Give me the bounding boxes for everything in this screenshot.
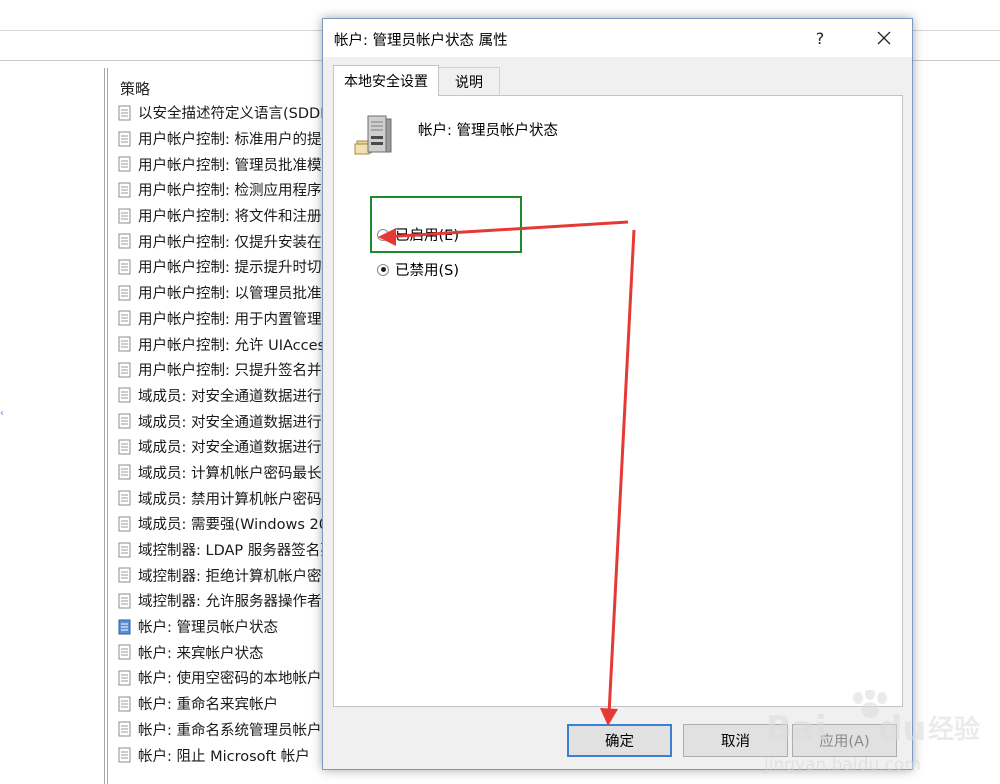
policy-row-label: 域成员: 对安全通道数据进行 bbox=[138, 414, 322, 431]
enabled-option[interactable]: 已启用(E) bbox=[377, 224, 459, 245]
policy-row-label: 用户帐户控制: 用于内置管理 bbox=[138, 311, 322, 328]
policy-row-label: 用户帐户控制: 检测应用程序 bbox=[138, 183, 322, 200]
console-tree-pane[interactable]: ‹ bbox=[0, 68, 105, 784]
policy-row-label: 用户帐户控制: 允许 UIAcces bbox=[138, 337, 326, 354]
policy-name: 帐户: 管理员帐户状态 bbox=[418, 123, 558, 139]
policy-setting-icon bbox=[118, 208, 131, 224]
policy-setting-icon bbox=[118, 233, 131, 249]
policy-setting-icon bbox=[118, 516, 131, 532]
dialog-title-bar[interactable]: 帐户: 管理员帐户状态 属性 ? bbox=[323, 19, 912, 57]
svg-text:jingyan.baidu.com: jingyan.baidu.com bbox=[763, 755, 921, 775]
dialog-title: 帐户: 管理员帐户状态 属性 bbox=[334, 33, 508, 49]
policy-row-label: 以安全描述符定义语言(SDDL bbox=[138, 106, 329, 123]
policy-row-label: 用户帐户控制: 仅提升安装在 bbox=[138, 234, 322, 251]
help-button[interactable]: ? bbox=[805, 23, 835, 53]
policy-row-label: 帐户: 重命名来宾帐户 bbox=[138, 697, 278, 714]
policy-setting-icon bbox=[118, 131, 131, 147]
tree-edge-mark: ‹ bbox=[0, 408, 4, 419]
policy-setting-icon bbox=[118, 567, 131, 583]
policy-row-label: 域成员: 需要强(Windows 20 bbox=[138, 517, 328, 534]
policy-setting-icon bbox=[118, 285, 131, 301]
policy-row-label: 用户帐户控制: 管理员批准模 bbox=[138, 157, 322, 174]
policy-setting-icon bbox=[118, 439, 131, 455]
ok-button[interactable]: 确定 bbox=[567, 724, 672, 757]
properties-dialog: 帐户: 管理员帐户状态 属性 ? 本地安全设置 说明 帐户: 管理员帐户状态 已… bbox=[322, 18, 913, 770]
policy-setting-icon bbox=[118, 644, 131, 660]
policy-setting-icon bbox=[118, 413, 131, 429]
policy-setting-icon bbox=[118, 670, 131, 686]
policy-setting-icon bbox=[118, 747, 131, 763]
policy-selected-icon bbox=[118, 619, 131, 635]
policy-setting-icon bbox=[118, 259, 131, 275]
policy-setting-icon bbox=[118, 696, 131, 712]
policy-setting-icon bbox=[118, 542, 131, 558]
tab-panel: 帐户: 管理员帐户状态 已启用(E) 已禁用(S) bbox=[333, 95, 903, 707]
policy-setting-icon bbox=[118, 464, 131, 480]
policy-row-label: 域成员: 禁用计算机帐户密码 bbox=[138, 491, 322, 508]
policy-row-label: 用户帐户控制: 只提升签名并 bbox=[138, 363, 322, 380]
policy-row-label: 域控制器: LDAP 服务器签名要 bbox=[138, 543, 335, 560]
policy-row-label: 帐户: 重命名系统管理员帐户 bbox=[138, 722, 322, 739]
policy-row-label: 域成员: 计算机帐户密码最长 bbox=[138, 465, 322, 482]
policy-row-label: 域控制器: 允许服务器操作者 bbox=[138, 594, 322, 611]
policy-setting-icon bbox=[118, 593, 131, 609]
svg-text:du: du bbox=[878, 709, 927, 749]
server-icon bbox=[354, 115, 392, 155]
close-icon bbox=[877, 31, 891, 45]
policy-row-label: 帐户: 来宾帐户状态 bbox=[138, 645, 264, 662]
baidu-watermark: Bai du 经验 jingyan.baidu.com bbox=[763, 690, 980, 775]
policy-row-label: 域成员: 对安全通道数据进行 bbox=[138, 388, 322, 405]
policy-setting-icon bbox=[118, 105, 131, 121]
policy-row-label: 用户帐户控制: 将文件和注册 bbox=[138, 209, 322, 226]
policy-column-header[interactable]: 策略 bbox=[120, 78, 150, 99]
svg-text:Bai: Bai bbox=[766, 709, 827, 749]
policy-setting-icon bbox=[118, 387, 131, 403]
policy-setting-icon bbox=[118, 721, 131, 737]
close-button[interactable] bbox=[867, 23, 901, 53]
enabled-radio[interactable] bbox=[377, 228, 389, 241]
disabled-option[interactable]: 已禁用(S) bbox=[377, 259, 459, 280]
policy-setting-icon bbox=[118, 336, 131, 352]
enabled-label: 已启用(E) bbox=[395, 228, 459, 244]
policy-row-label: 帐户: 使用空密码的本地帐户 bbox=[138, 671, 322, 688]
policy-setting-icon bbox=[118, 362, 131, 378]
tab-local-security-setting[interactable]: 本地安全设置 bbox=[333, 65, 439, 96]
policy-setting-icon bbox=[118, 490, 131, 506]
disabled-radio[interactable] bbox=[377, 263, 389, 276]
policy-setting-icon bbox=[118, 156, 131, 172]
policy-row-label: 域成员: 对安全通道数据进行 bbox=[138, 440, 322, 457]
disabled-label: 已禁用(S) bbox=[395, 263, 460, 279]
policy-row-label: 帐户: 阻止 Microsoft 帐户 bbox=[138, 748, 310, 765]
policy-setting-icon bbox=[118, 310, 131, 326]
svg-text:经验: 经验 bbox=[928, 714, 980, 745]
policy-row-label: 帐户: 管理员帐户状态 bbox=[138, 620, 278, 637]
policy-row-label: 用户帐户控制: 以管理员批准 bbox=[138, 286, 322, 303]
policy-row-label: 用户帐户控制: 提示提升时切 bbox=[138, 260, 322, 277]
tab-explain[interactable]: 说明 bbox=[438, 67, 500, 96]
policy-row-label: 用户帐户控制: 标准用户的提 bbox=[138, 132, 322, 149]
policy-row-label: 域控制器: 拒绝计算机帐户密 bbox=[138, 568, 322, 585]
policy-setting-icon bbox=[118, 182, 131, 198]
